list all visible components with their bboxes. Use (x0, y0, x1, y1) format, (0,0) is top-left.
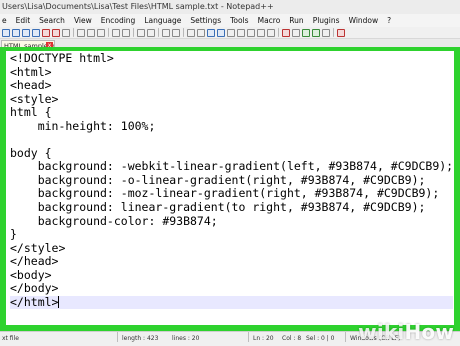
sync-vertical-icon[interactable] (187, 28, 195, 37)
wikihow-logo: wikiHow (358, 320, 454, 344)
record-macro-icon[interactable] (282, 28, 290, 37)
toolbar-separator (73, 28, 74, 37)
menu-file[interactable]: e (2, 14, 7, 27)
menu-language[interactable]: Language (144, 14, 181, 27)
code-line: min-height: 100%; (10, 118, 156, 133)
current-line: </html> (10, 294, 454, 310)
undo-icon[interactable] (112, 28, 120, 37)
code-line: } (10, 227, 17, 242)
replace-icon[interactable] (147, 28, 155, 37)
code-line: </body> (10, 281, 59, 296)
status-length: length : 423 (122, 335, 159, 342)
code-line: </head> (10, 254, 59, 269)
code-line: body { (10, 145, 52, 160)
code-line: <head> (10, 78, 52, 93)
toolbar-separator (158, 28, 159, 37)
logo-wiki: wiki (358, 320, 405, 344)
code-line: background: -moz-linear-gradient(right, … (10, 186, 440, 201)
code-line: background: -webkit-linear-gradient(left… (10, 159, 454, 174)
menu-edit[interactable]: Edit (16, 14, 31, 27)
redo-icon[interactable] (122, 28, 130, 37)
highlight-frame: <!DOCTYPE html> <html> <head> <style> html {… (0, 47, 460, 331)
logo-how: How (404, 320, 454, 344)
menu-search[interactable]: Search (39, 14, 65, 27)
code-line: <body> (10, 267, 52, 282)
code-line: <!DOCTYPE html> (10, 51, 114, 65)
code-line: </style> (10, 240, 66, 255)
toolbar-separator (108, 28, 109, 37)
save-all-icon[interactable] (32, 28, 40, 37)
status-divider (345, 332, 346, 342)
flag-icon[interactable] (337, 28, 345, 37)
status-file-type: xt file (2, 335, 19, 342)
status-sel: Sel : 0 | 0 (306, 335, 335, 342)
zoom-out-icon[interactable] (172, 28, 180, 37)
paste-icon[interactable] (97, 28, 105, 37)
code-line: background: -o-linear-gradient(right, #9… (10, 172, 426, 187)
toolbar (0, 27, 460, 39)
code-text: <!DOCTYPE html> <html> <head> <style> html {… (10, 51, 454, 310)
window-title: Users\Lisa\Documents\Lisa\Test Files\HTM… (2, 2, 274, 11)
save-macro-icon[interactable] (322, 28, 330, 37)
print-icon[interactable] (62, 28, 70, 37)
zoom-in-icon[interactable] (162, 28, 170, 37)
folder-workspace-icon[interactable] (257, 28, 265, 37)
find-icon[interactable] (137, 28, 145, 37)
toolbar-separator (278, 28, 279, 37)
copy-icon[interactable] (87, 28, 95, 37)
indent-guide-icon[interactable] (227, 28, 235, 37)
code-line: <html> (10, 64, 52, 79)
function-list-icon[interactable] (247, 28, 255, 37)
menu-macro[interactable]: Macro (258, 14, 281, 27)
code-line: <style> (10, 91, 59, 106)
code-line: background: linear-gradient(to right, #9… (10, 200, 426, 215)
status-divider (117, 332, 118, 342)
save-icon[interactable] (22, 28, 30, 37)
code-line: background-color: #93B874; (10, 213, 218, 228)
menu-tools[interactable]: Tools (230, 14, 248, 27)
stop-macro-icon[interactable] (292, 28, 300, 37)
text-caret (58, 295, 60, 308)
open-file-icon[interactable] (12, 28, 20, 37)
word-wrap-icon[interactable] (207, 28, 215, 37)
toolbar-separator (183, 28, 184, 37)
code-line: html { (10, 105, 52, 120)
play-macro-icon[interactable] (302, 28, 310, 37)
sync-horizontal-icon[interactable] (197, 28, 205, 37)
menu-settings[interactable]: Settings (190, 14, 221, 27)
close-icon[interactable] (42, 28, 50, 37)
new-file-icon[interactable] (2, 28, 10, 37)
menu-window[interactable]: Window (349, 14, 379, 27)
toolbar-separator (333, 28, 334, 37)
menu-encoding[interactable]: Encoding (101, 14, 136, 27)
close-all-icon[interactable] (52, 28, 60, 37)
code-line: </html> (10, 294, 59, 309)
language-icon[interactable] (237, 28, 245, 37)
menu-bar: e Edit Search View Encoding Language Set… (0, 14, 460, 27)
cut-icon[interactable] (77, 28, 85, 37)
menu-plugins[interactable]: Plugins (313, 14, 340, 27)
toolbar-separator (133, 28, 134, 37)
status-divider (248, 332, 249, 342)
menu-view[interactable]: View (74, 14, 92, 27)
status-col: Col : 8 (282, 335, 302, 342)
run-macro-multiple-icon[interactable] (312, 28, 320, 37)
menu-run[interactable]: Run (289, 14, 303, 27)
status-lines: lines : 20 (172, 335, 200, 342)
status-ln: Ln : 20 (253, 335, 274, 342)
menu-help[interactable]: ? (387, 14, 391, 27)
document-map-icon[interactable] (267, 28, 275, 37)
show-all-chars-icon[interactable] (217, 28, 225, 37)
title-bar: Users\Lisa\Documents\Lisa\Test Files\HTM… (0, 0, 460, 14)
editor-area[interactable]: <!DOCTYPE html> <html> <head> <style> html {… (6, 51, 454, 325)
